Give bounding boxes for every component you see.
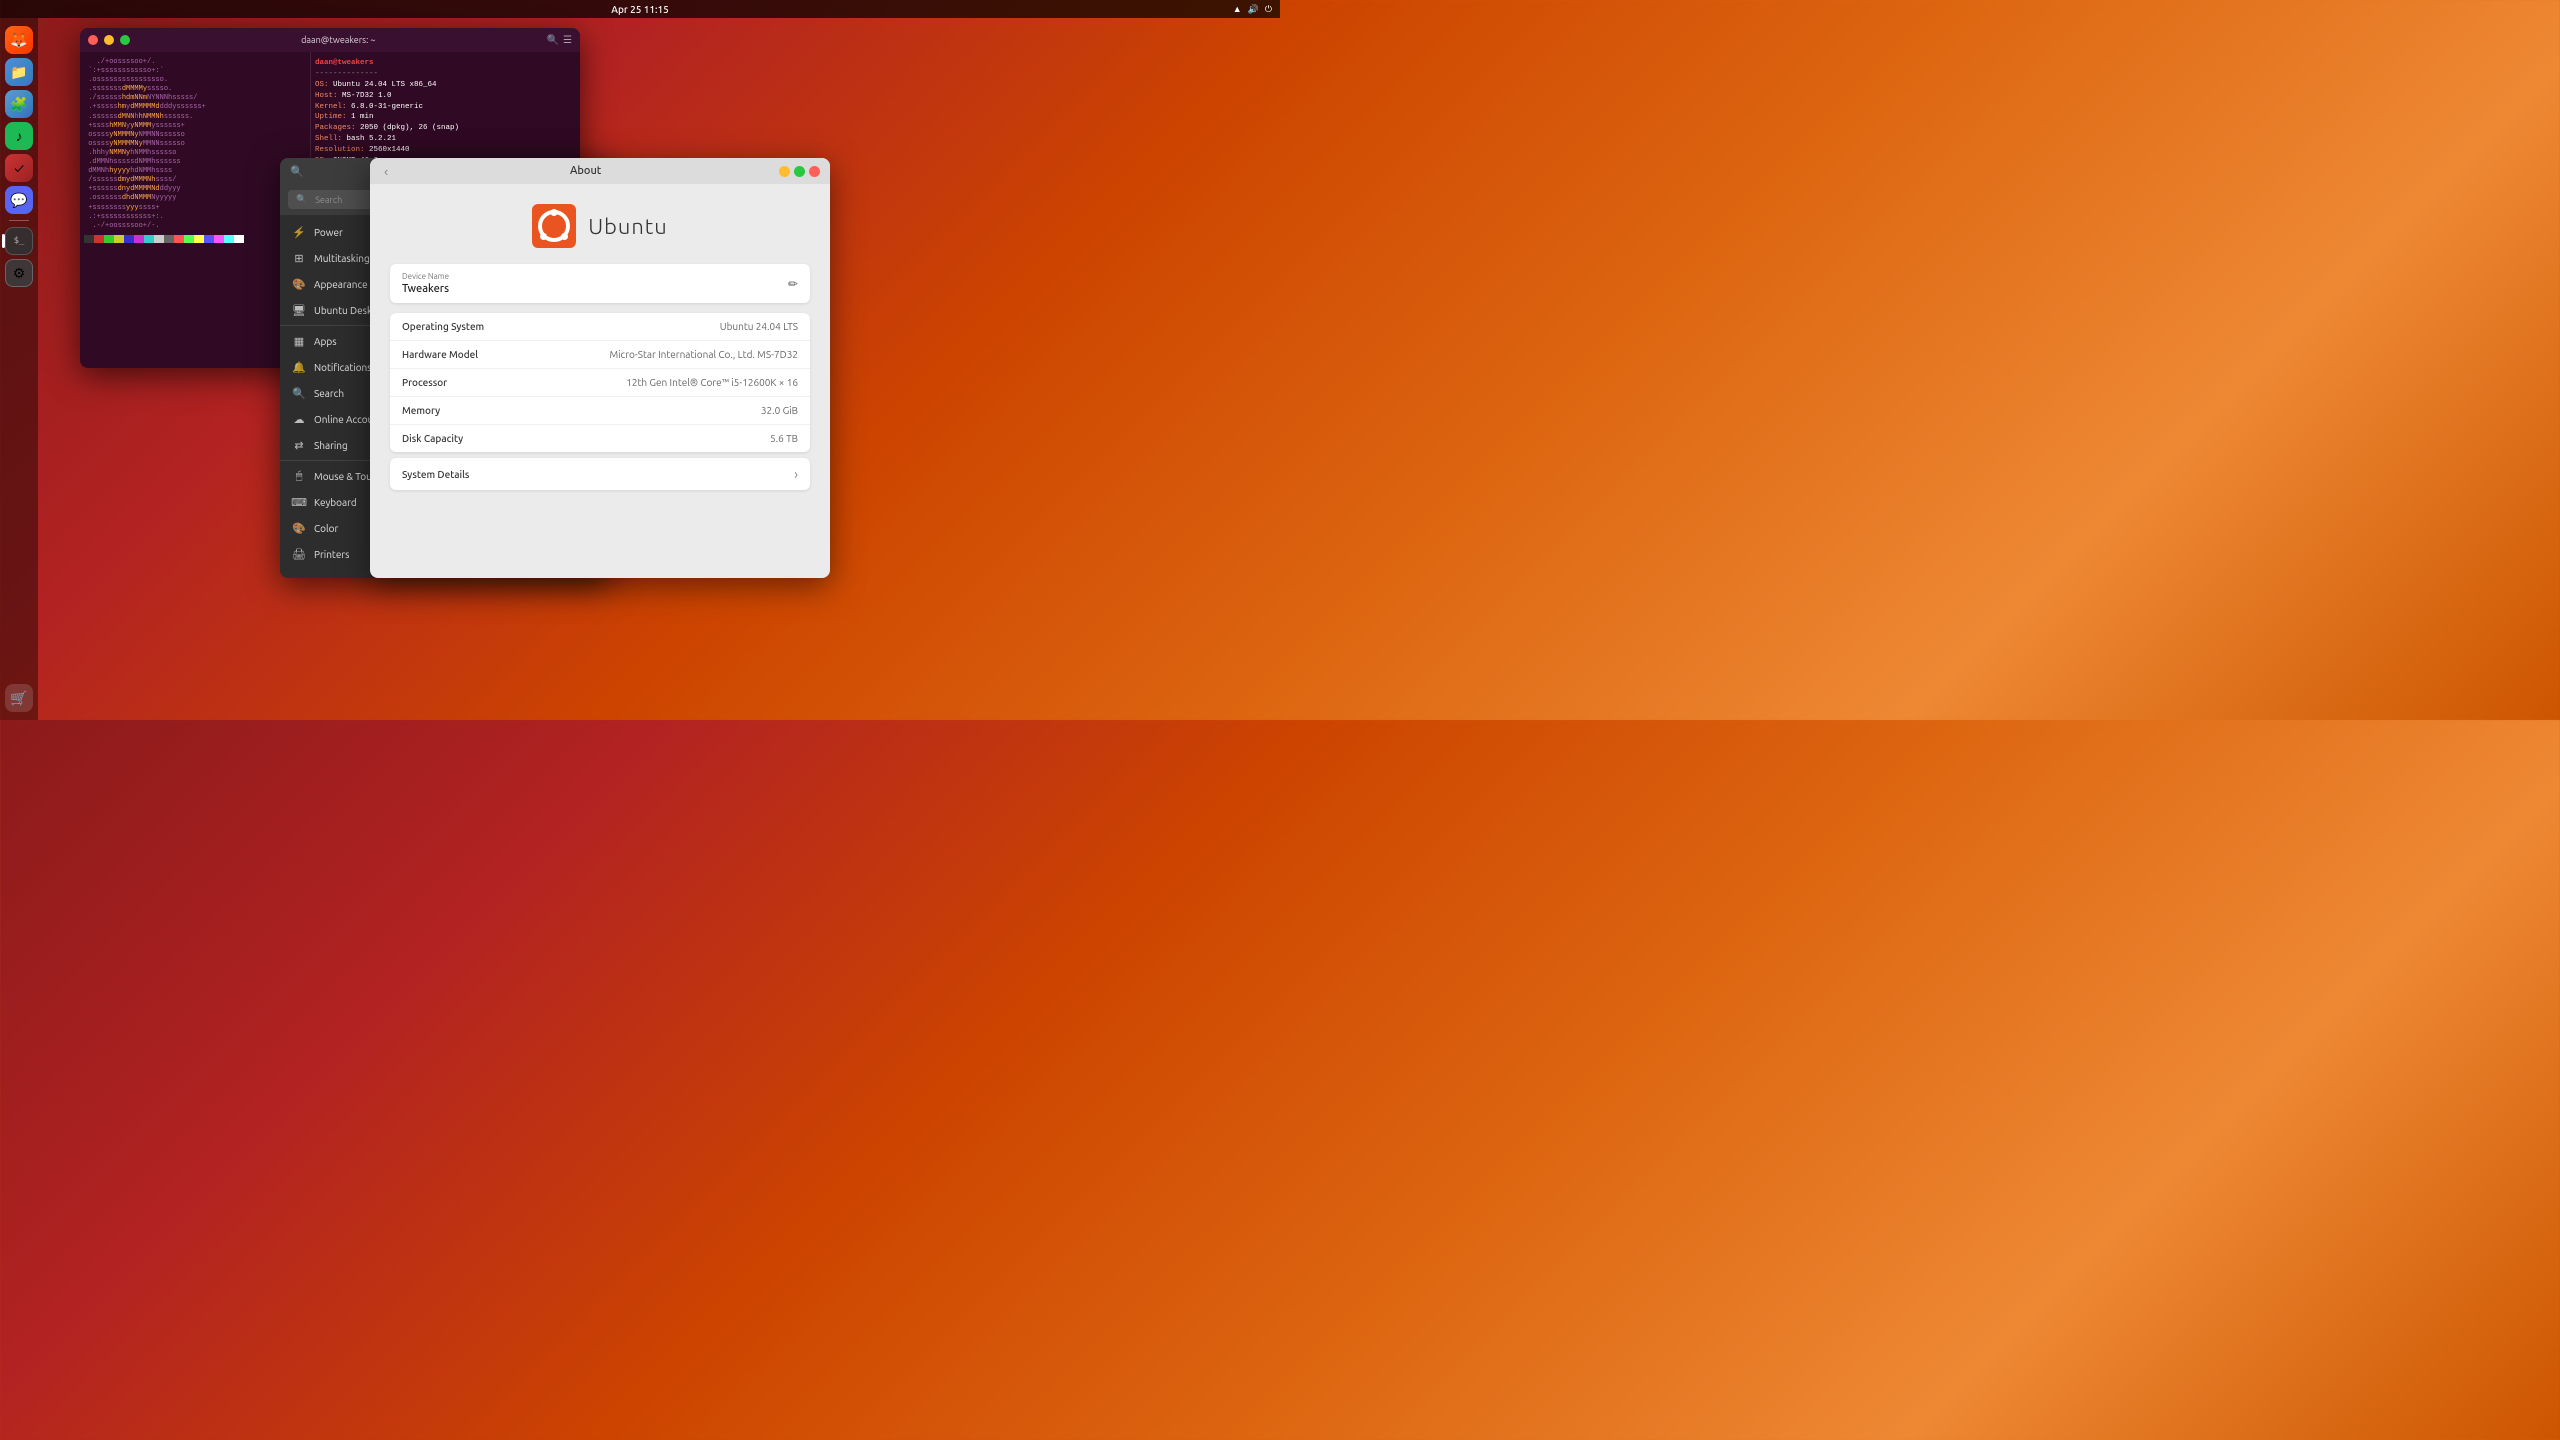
about-row-os: Operating System Ubuntu 24.04 LTS xyxy=(390,313,810,341)
search-icon: 🔍 xyxy=(292,386,306,400)
settings-item-label: Sharing xyxy=(314,440,348,451)
hardware-value: Micro-Star International Co., Ltd. MS-7D… xyxy=(502,349,798,360)
online-accounts-icon: ☁ xyxy=(292,412,306,426)
processor-value: 12th Gen Intel® Core™ i5-12600K × 16 xyxy=(502,377,798,388)
about-specs-table: Operating System Ubuntu 24.04 LTS Hardwa… xyxy=(390,313,810,452)
about-panel: ‹ About Ubuntu Device Name Tweakers ✏ xyxy=(370,158,830,578)
settings-item-label: Printers xyxy=(314,549,349,560)
os-value: Ubuntu 24.04 LTS xyxy=(502,321,798,332)
dock-item-discord[interactable]: 💬 xyxy=(5,186,33,214)
color-icon: 🎨 xyxy=(292,521,306,535)
top-bar: Apr 25 11:15 ▲ 🔊 ⏻ xyxy=(0,0,1280,18)
settings-item-label: Multitasking xyxy=(314,253,370,264)
about-minimize-btn[interactable] xyxy=(779,166,790,177)
dock-item-files[interactable]: 📁 xyxy=(5,58,33,86)
dock-bottom-area: 🛒 xyxy=(5,684,33,712)
about-back-btn[interactable]: ‹ xyxy=(380,162,392,181)
terminal-title: daan@tweakers: ~ xyxy=(136,35,541,45)
terminal-search-icon[interactable]: 🔍 xyxy=(547,34,559,46)
dock-item-app-store[interactable]: 🛒 xyxy=(5,684,33,712)
about-maximize-btn[interactable] xyxy=(794,166,805,177)
ubuntu-dot-top xyxy=(551,209,558,216)
memory-label: Memory xyxy=(402,405,502,416)
settings-item-label: Keyboard xyxy=(314,497,357,508)
memory-value: 32.0 GiB xyxy=(502,405,798,416)
dock-item-settings[interactable]: ⚙ xyxy=(5,259,33,287)
dock-item-firefox[interactable]: 🦊 xyxy=(5,26,33,54)
terminal-minimize-btn[interactable] xyxy=(104,35,114,45)
dock-item-spotify[interactable]: ♪ xyxy=(5,122,33,150)
dock-item-extensions[interactable]: 🧩 xyxy=(5,90,33,118)
printers-icon: 🖨 xyxy=(292,547,306,561)
top-bar-right: ▲ 🔊 ⏻ xyxy=(1233,4,1272,15)
terminal-menu-icon[interactable]: ☰ xyxy=(563,34,572,46)
ubuntu-logo-circle xyxy=(538,210,570,242)
settings-item-label: Color xyxy=(314,523,338,534)
settings-item-label: Search xyxy=(314,388,344,399)
network-icon: ▲ xyxy=(1233,4,1242,14)
dock: 🦊 📁 🧩 ♪ ✓ 💬 $_ ⚙ 🛒 xyxy=(0,18,38,720)
mouse-icon: 🖱 xyxy=(292,469,306,483)
settings-item-label: Power xyxy=(314,227,343,238)
system-details-row[interactable]: System Details › xyxy=(390,458,810,490)
system-details-label: System Details xyxy=(402,469,794,480)
about-close-btn[interactable] xyxy=(809,166,820,177)
apps-icon: ▦ xyxy=(292,334,306,348)
about-row-processor: Processor 12th Gen Intel® Core™ i5-12600… xyxy=(390,369,810,397)
ubuntu-logo xyxy=(532,204,576,248)
chevron-right-icon: › xyxy=(794,466,798,482)
device-name-box: Device Name Tweakers ✏ xyxy=(390,264,810,303)
terminal-titlebar: daan@tweakers: ~ 🔍 ☰ xyxy=(80,28,580,52)
search-placeholder: Search xyxy=(315,195,342,205)
disk-label: Disk Capacity xyxy=(402,433,502,444)
terminal-close-btn[interactable] xyxy=(88,35,98,45)
keyboard-icon: ⌨ xyxy=(292,495,306,509)
search-magnifier-icon: 🔍 xyxy=(296,194,307,205)
dock-item-taskwarrior[interactable]: ✓ xyxy=(5,154,33,182)
ubuntu-name: Ubuntu xyxy=(588,214,667,239)
about-title: About xyxy=(392,165,779,177)
volume-icon: 🔊 xyxy=(1248,4,1259,15)
appearance-icon: 🎨 xyxy=(292,277,306,291)
ubuntu-dot-bottomleft xyxy=(540,233,547,240)
about-row-disk: Disk Capacity 5.6 TB xyxy=(390,425,810,452)
about-row-hardware: Hardware Model Micro-Star International … xyxy=(390,341,810,369)
device-name-label: Device Name xyxy=(402,272,449,281)
dock-separator xyxy=(9,220,29,221)
settings-item-label: Apps xyxy=(314,336,337,347)
about-titlebar: ‹ About xyxy=(370,158,830,184)
color-palette xyxy=(84,235,306,243)
notifications-icon: 🔔 xyxy=(292,360,306,374)
about-window-buttons xyxy=(779,166,820,177)
power-icon: ⚡ xyxy=(292,225,306,239)
power-icon: ⏻ xyxy=(1265,4,1272,15)
clock: Apr 25 11:15 xyxy=(611,4,669,15)
edit-device-name-icon[interactable]: ✏ xyxy=(788,277,798,291)
about-content: Device Name Tweakers ✏ Operating System … xyxy=(370,264,830,490)
terminal-toolbar: 🔍 ☰ xyxy=(547,34,572,46)
os-label: Operating System xyxy=(402,321,502,332)
terminal-neofetch-art: ./+oossssoo+/. `:+ssssssssssso+:` .ossss… xyxy=(80,52,310,368)
sharing-icon: ⇄ xyxy=(292,438,306,452)
ubuntu-desktop-icon: 🖥 xyxy=(292,303,306,317)
processor-label: Processor xyxy=(402,377,502,388)
disk-value: 5.6 TB xyxy=(502,433,798,444)
dock-item-terminal[interactable]: $_ xyxy=(5,227,33,255)
about-logo-section: Ubuntu xyxy=(370,184,830,264)
settings-item-label: Notifications xyxy=(314,362,372,373)
settings-item-label: Appearance xyxy=(314,279,368,290)
terminal-maximize-btn[interactable] xyxy=(120,35,130,45)
device-name-value: Tweakers xyxy=(402,283,449,295)
about-row-memory: Memory 32.0 GiB xyxy=(390,397,810,425)
multitasking-icon: ⊞ xyxy=(292,251,306,265)
device-name-info: Device Name Tweakers xyxy=(402,272,449,295)
hardware-label: Hardware Model xyxy=(402,349,502,360)
settings-search-icon[interactable]: 🔍 xyxy=(290,165,304,178)
ubuntu-dot-bottomright xyxy=(561,233,568,240)
